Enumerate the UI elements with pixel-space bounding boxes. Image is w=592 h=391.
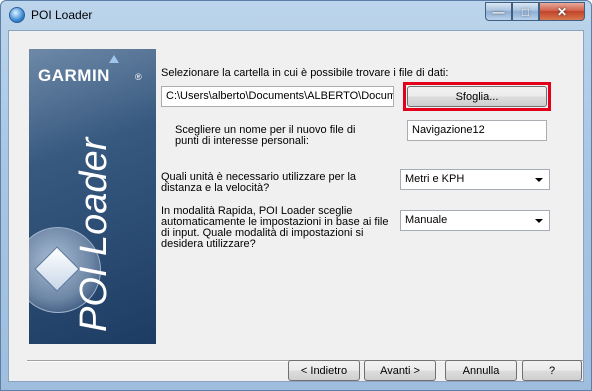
registered-mark: ® — [135, 72, 142, 82]
brand-panel: GARMIN ® POI Loader — [29, 49, 156, 344]
cancel-button[interactable]: Annulla — [445, 360, 517, 381]
back-button[interactable]: < Indietro — [288, 360, 360, 381]
close-icon: ✕ — [556, 4, 568, 19]
units-label: Quali unità è necessario utilizzare per … — [161, 171, 357, 194]
units-selected-value: Metri e KPH — [405, 173, 465, 185]
garmin-logo: GARMIN — [38, 66, 110, 85]
garmin-triangle-icon — [109, 55, 119, 63]
title-bar[interactable]: POI Loader — □ ✕ — [1, 1, 591, 29]
units-select[interactable]: Metri e KPH — [400, 169, 550, 190]
maximize-icon: □ — [521, 4, 530, 19]
mode-label: In modalità Rapida, POI Loader sceglie a… — [161, 205, 389, 250]
mode-select[interactable]: Manuale — [400, 210, 550, 231]
browse-highlight-box — [403, 82, 551, 111]
dialog-client-area: GARMIN ® POI Loader Selezionare la carte… — [8, 30, 584, 382]
poi-loader-window: POI Loader — □ ✕ GARMIN ® POI Loader Sel… — [0, 0, 592, 391]
chevron-down-icon — [535, 219, 543, 223]
filename-field[interactable]: Navigazione12 — [407, 120, 547, 141]
minimize-button[interactable]: — — [485, 2, 512, 21]
help-button[interactable]: ? — [522, 360, 582, 381]
folder-label: Selezionare la cartella in cui è possibi… — [161, 67, 449, 79]
minimize-icon: — — [492, 4, 505, 19]
mode-selected-value: Manuale — [405, 214, 448, 226]
caption-buttons: — □ ✕ — [485, 2, 585, 21]
next-button[interactable]: Avanti > — [364, 360, 436, 381]
poi-loader-app-icon — [9, 7, 25, 23]
window-title: POI Loader — [31, 8, 93, 22]
filename-label: Scegliere un nome per il nuovo file di p… — [175, 124, 356, 147]
folder-path-field[interactable]: C:\Users\alberto\Documents\ALBERTO\Docum… — [161, 86, 394, 107]
close-button[interactable]: ✕ — [539, 2, 585, 21]
maximize-button[interactable]: □ — [512, 2, 539, 21]
product-name: POI Loader — [73, 137, 115, 332]
chevron-down-icon — [535, 178, 543, 182]
